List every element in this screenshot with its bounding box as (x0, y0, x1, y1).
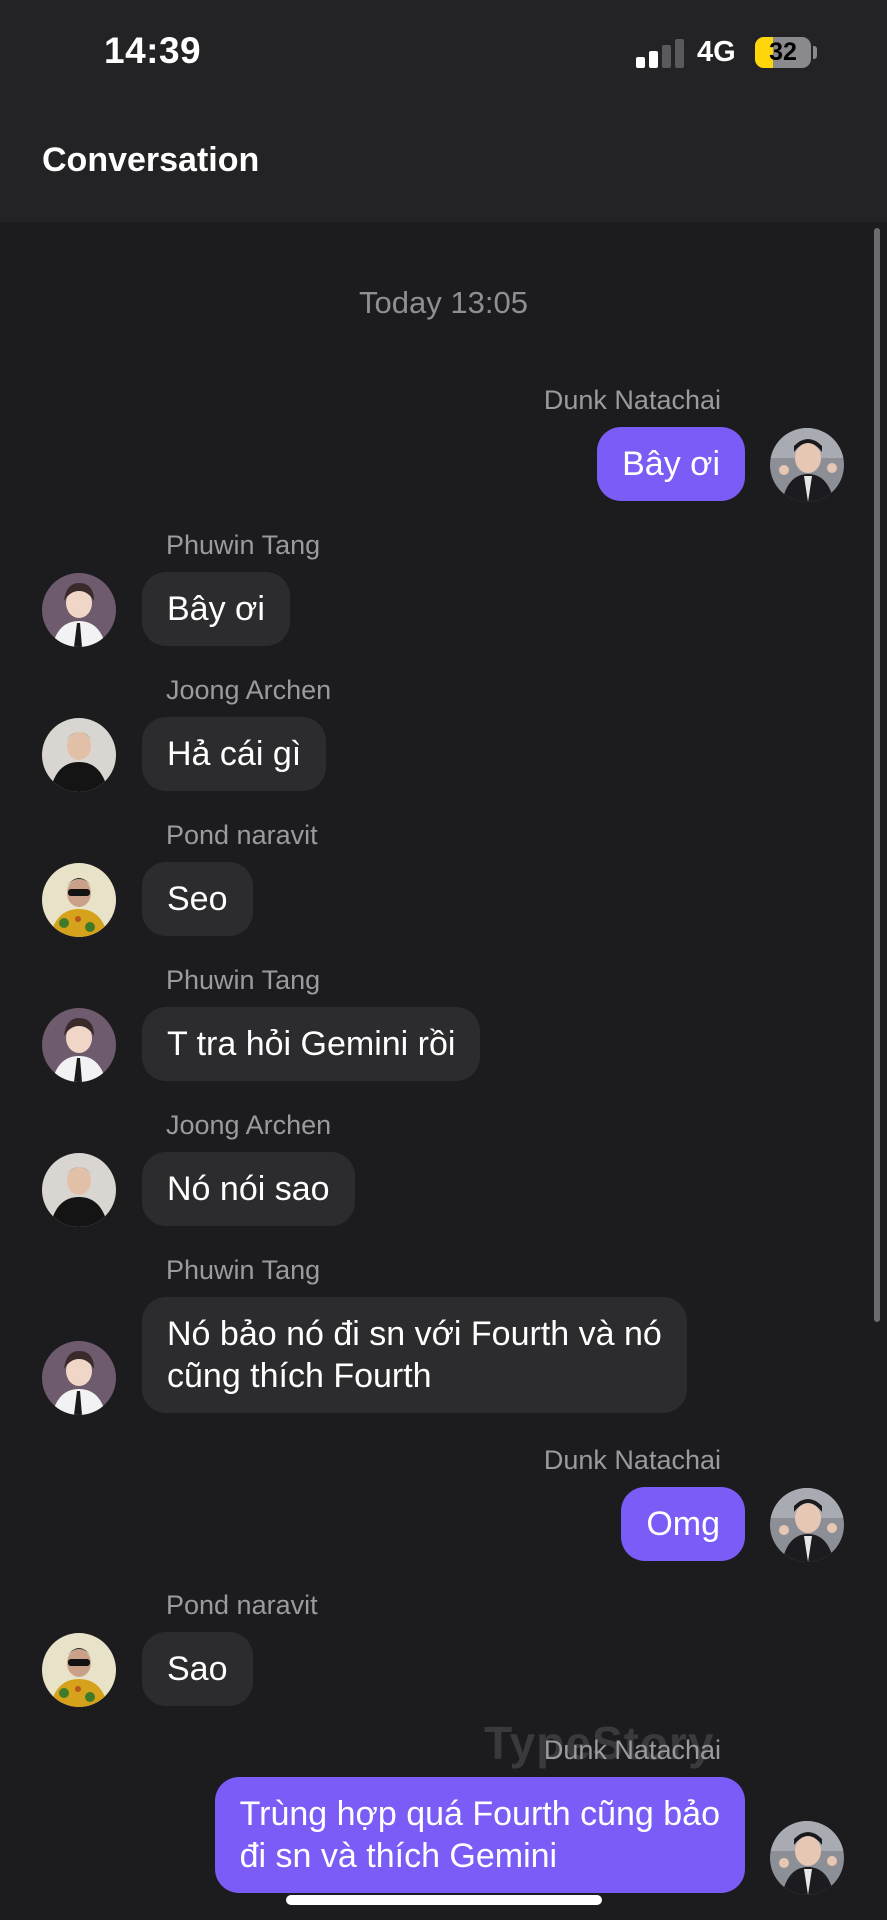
message-bubble-incoming[interactable]: Sao (142, 1632, 253, 1706)
battery-percent: 32 (769, 38, 797, 66)
phuwin-avatar[interactable] (42, 1341, 116, 1415)
home-indicator[interactable] (286, 1895, 602, 1905)
phuwin-avatar[interactable] (42, 1008, 116, 1082)
message-text-line: đi sn và thích Gemini (239, 1837, 558, 1875)
message-bubble-incoming[interactable]: Hả cái gì (142, 717, 327, 791)
sender-name: Joong Archen (166, 675, 332, 705)
message-bubble-outgoing[interactable]: Omg (621, 1487, 745, 1561)
message-bubble-incoming[interactable]: Nó nói sao (142, 1152, 355, 1226)
phuwin-avatar[interactable] (42, 573, 116, 647)
message-bubble-incoming[interactable]: Nó bảo nó đi sn với Fourth và nó cũng th… (142, 1297, 687, 1413)
sender-name: Dunk Natachai (543, 1735, 721, 1765)
page-title: Conversation (42, 141, 260, 179)
message-text: Seo (167, 880, 228, 918)
message-bubble-incoming[interactable]: Bây ơi (142, 572, 290, 646)
sender-name: Dunk Natachai (543, 1445, 721, 1475)
status-bar: 14:39 4G 32 (0, 0, 887, 105)
dunk-avatar[interactable] (770, 1488, 844, 1562)
signal-icon (636, 38, 686, 68)
sender-name: Phuwin Tang (166, 1255, 321, 1285)
message-text: Bây ơi (167, 590, 265, 628)
sender-name: Joong Archen (166, 1110, 332, 1140)
joong-avatar[interactable] (42, 718, 116, 792)
sender-name: Pond naravit (166, 820, 318, 850)
sender-name: Pond naravit (166, 1590, 318, 1620)
battery-icon: 32 (755, 37, 811, 68)
dunk-avatar[interactable] (770, 1821, 844, 1895)
message-text-line: cũng thích Fourth (167, 1357, 432, 1395)
status-time: 14:39 (104, 30, 202, 71)
sender-name: Phuwin Tang (166, 965, 321, 995)
message-bubble-incoming[interactable]: Seo (142, 862, 253, 936)
pond-avatar[interactable] (42, 863, 116, 937)
conversation-header: Conversation (0, 105, 887, 222)
battery-cap (813, 46, 817, 59)
message-text: T tra hỏi Gemini rồi (167, 1025, 456, 1063)
message-text-line: Nó bảo nó đi sn với Fourth và nó (167, 1315, 662, 1353)
message-text: Sao (167, 1650, 228, 1688)
message-text: Nó nói sao (167, 1170, 330, 1208)
message-bubble-outgoing[interactable]: Trùng hợp quá Fourth cũng bảo đi sn và t… (214, 1777, 745, 1893)
network-type: 4G (697, 36, 736, 68)
joong-avatar[interactable] (42, 1153, 116, 1227)
chat-timestamp: Today 13:05 (359, 285, 528, 320)
message-text: Bây ơi (622, 445, 720, 483)
message-bubble-outgoing[interactable]: Bây ơi (597, 427, 745, 501)
message-text: Hả cái gì (167, 735, 302, 773)
scrollbar[interactable] (874, 228, 880, 1322)
sender-name: Dunk Natachai (543, 385, 721, 415)
dunk-avatar[interactable] (770, 428, 844, 502)
message-bubble-incoming[interactable]: T tra hỏi Gemini rồi (142, 1007, 481, 1081)
sender-name: Phuwin Tang (166, 530, 321, 560)
message-text-line: Trùng hợp quá Fourth cũng bảo (239, 1795, 720, 1833)
message-text: Omg (646, 1505, 720, 1543)
pond-avatar[interactable] (42, 1633, 116, 1707)
